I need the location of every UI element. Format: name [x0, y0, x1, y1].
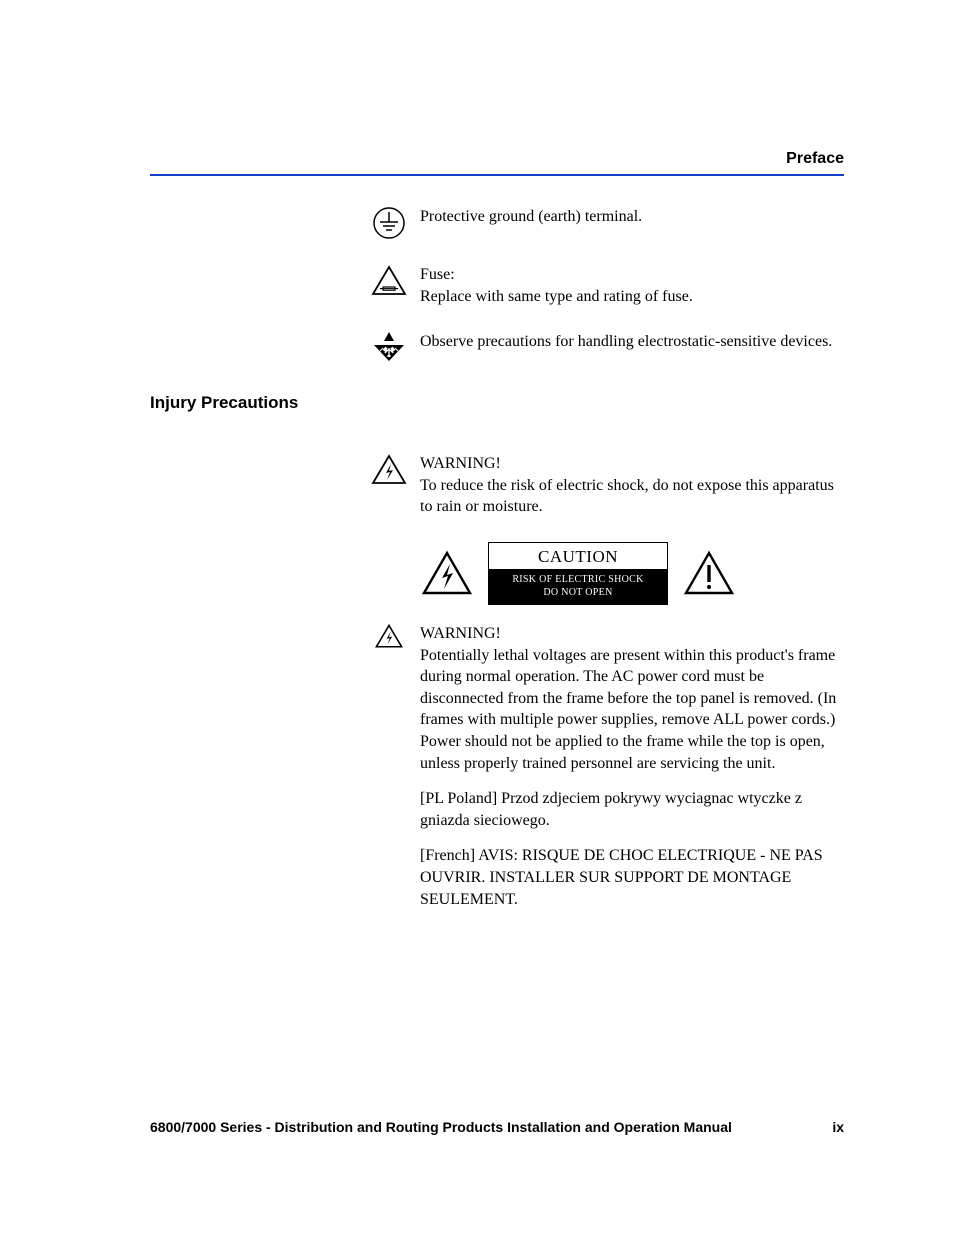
symbol-entry-esd: Observe precautions for handling electro… [150, 331, 844, 363]
fuse-icon [364, 264, 414, 298]
esd-icon [364, 331, 414, 363]
page-footer: 6800/7000 Series - Distribution and Rout… [150, 1119, 844, 1135]
header-rule [150, 174, 844, 176]
fuse-title: Fuse: [420, 264, 844, 286]
section-heading-injury: Injury Precautions [150, 393, 844, 413]
footer-page-number: ix [832, 1119, 844, 1135]
warning2-para1: Potentially lethal voltages are present … [420, 645, 844, 775]
warning-entry-1: WARNING! To reduce the risk of electric … [150, 453, 844, 518]
warning2-title: WARNING! [420, 623, 844, 645]
esd-text: Observe precautions for handling electro… [420, 331, 844, 353]
shock-warning-icon-small [364, 623, 414, 650]
header-section-label: Preface [150, 150, 844, 168]
warning2-para3: [French] AVIS: RISQUE DE CHOC ELECTRIQUE… [420, 845, 844, 910]
warning2-para2: [PL Poland] Przod zdjeciem pokrywy wycia… [420, 788, 844, 831]
warning-entry-2: WARNING! Potentially lethal voltages are… [150, 623, 844, 924]
fuse-text: Replace with same type and rating of fus… [420, 286, 844, 308]
caution-box-line2: DO NOT OPEN [489, 586, 667, 599]
warning1-title: WARNING! [420, 453, 844, 475]
caution-box: CAUTION RISK OF ELECTRIC SHOCK DO NOT OP… [488, 542, 668, 605]
symbol-entry-fuse: Fuse: Replace with same type and rating … [150, 264, 844, 307]
footer-title: 6800/7000 Series - Distribution and Rout… [150, 1119, 732, 1135]
caution-label-row: CAUTION RISK OF ELECTRIC SHOCK DO NOT OP… [420, 542, 844, 605]
caution-box-title: CAUTION [489, 543, 667, 569]
exclamation-triangle-icon [682, 549, 736, 597]
symbol-entry-ground: Protective ground (earth) terminal. [150, 206, 844, 240]
shock-warning-icon [364, 453, 414, 487]
ground-text: Protective ground (earth) terminal. [420, 206, 844, 228]
caution-box-line1: RISK OF ELECTRIC SHOCK [489, 573, 667, 586]
ground-icon [364, 206, 414, 240]
shock-triangle-icon [420, 549, 474, 597]
warning1-text: To reduce the risk of electric shock, do… [420, 475, 844, 518]
